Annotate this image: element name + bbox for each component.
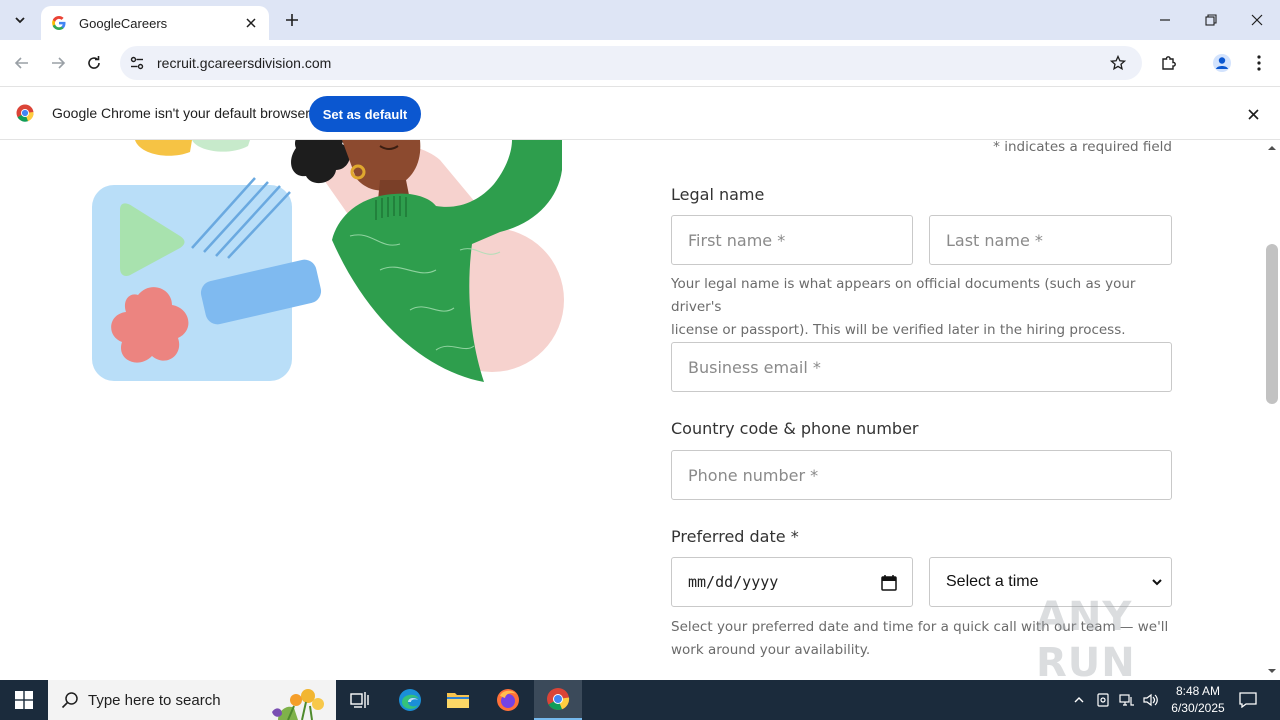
arrow-right-icon <box>52 57 66 69</box>
taskbar-clock[interactable]: 8:48 AM 6/30/2025 <box>1160 683 1236 717</box>
windows-taskbar: Type here to search 8:48 AM 6/30/2025 <box>0 680 1280 720</box>
chevron-down-icon <box>15 17 25 24</box>
scroll-up-arrow-icon[interactable] <box>1268 144 1276 152</box>
avatar-icon <box>1213 54 1231 72</box>
address-bar[interactable]: recruit.gcareersdivision.com <box>120 46 1142 80</box>
reload-icon <box>88 56 100 69</box>
business-email-input[interactable]: Business email * <box>671 342 1172 392</box>
folder-icon <box>447 693 469 708</box>
chrome-icon <box>547 688 570 710</box>
last-name-placeholder: Last name * <box>946 230 1043 250</box>
url-text[interactable]: recruit.gcareersdivision.com <box>157 55 1104 71</box>
legal-name-help-text: Your legal name is what appears on offic… <box>671 276 1136 338</box>
tray-network-button[interactable] <box>1116 680 1138 720</box>
speaker-icon <box>1143 693 1158 707</box>
preferred-date-label: Preferred date * <box>671 527 799 546</box>
phone-number-placeholder: Phone number * <box>688 465 819 485</box>
windows-logo-icon <box>15 691 33 709</box>
arrow-left-icon <box>14 57 28 69</box>
plus-icon <box>286 14 298 26</box>
first-name-placeholder: First name * <box>688 230 786 250</box>
browser-title-bar: GoogleCareers <box>0 0 1280 40</box>
forward-button[interactable] <box>44 49 72 77</box>
time-select-value: Select a time <box>946 573 1039 590</box>
close-icon <box>1251 14 1263 26</box>
tray-overflow-button[interactable] <box>1068 680 1090 720</box>
start-button[interactable] <box>0 680 48 720</box>
infobar-message: Google Chrome isn't your default browser <box>52 105 310 121</box>
restore-icon <box>1205 14 1217 26</box>
calendar-icon[interactable] <box>880 574 898 592</box>
minimize-button[interactable] <box>1142 0 1188 40</box>
firefox-icon <box>497 689 519 711</box>
clock-date: 6/30/2025 <box>1171 701 1225 715</box>
preferred-date-input[interactable]: mm/dd/yyyy <box>671 557 913 607</box>
phone-label: Country code & phone number <box>671 419 919 438</box>
infobar-close-icon[interactable] <box>1244 105 1262 123</box>
search-highlight-flowers-icon <box>272 689 324 720</box>
hero-illustration <box>92 140 564 382</box>
browser-toolbar: recruit.gcareersdivision.com <box>0 40 1280 86</box>
tray-volume-button[interactable] <box>1140 680 1162 720</box>
task-view-button[interactable] <box>336 680 384 720</box>
tab-close-icon[interactable] <box>243 15 259 31</box>
notification-center-button[interactable] <box>1236 680 1260 720</box>
page-scrollbar[interactable] <box>1264 140 1280 680</box>
search-placeholder: Type here to search <box>88 691 221 709</box>
device-icon <box>1097 693 1109 707</box>
phone-number-input[interactable]: Phone number * <box>671 450 1172 500</box>
firefox-app[interactable] <box>484 680 532 720</box>
new-tab-button[interactable] <box>280 8 304 32</box>
file-explorer-app[interactable] <box>434 680 482 720</box>
first-name-input[interactable]: First name * <box>671 215 913 265</box>
required-field-note: * indicates a required field <box>993 140 1172 155</box>
puzzle-icon <box>1162 56 1176 70</box>
search-icon <box>61 692 78 709</box>
date-value: mm/dd/yyyy <box>688 573 779 591</box>
menu-button[interactable] <box>1245 49 1273 77</box>
scrollbar-thumb[interactable] <box>1266 244 1278 404</box>
minimize-icon <box>1160 19 1170 21</box>
clock-time: 8:48 AM <box>1175 684 1221 698</box>
network-icon <box>1119 694 1134 706</box>
more-vert-icon <box>1257 55 1261 71</box>
bookmark-star-icon[interactable] <box>1104 49 1132 77</box>
site-info-icon[interactable] <box>122 48 152 78</box>
notification-icon <box>1239 692 1257 708</box>
task-view-icon <box>350 692 369 708</box>
profile-button[interactable] <box>1208 49 1236 77</box>
tab-search-button[interactable] <box>6 6 34 34</box>
anyrun-watermark: ANY RUN <box>1036 594 1136 686</box>
default-browser-infobar: Google Chrome isn't your default browser… <box>0 86 1280 140</box>
legal-name-label: Legal name <box>671 185 765 204</box>
edge-app[interactable] <box>386 680 434 720</box>
tab-title: GoogleCareers <box>79 15 168 31</box>
chrome-app[interactable] <box>534 680 582 720</box>
restore-button[interactable] <box>1188 0 1234 40</box>
back-button[interactable] <box>8 49 36 77</box>
set-as-default-button[interactable]: Set as default <box>309 96 421 132</box>
chrome-logo-icon <box>16 104 34 122</box>
chevron-down-icon <box>1152 579 1162 586</box>
business-email-placeholder: Business email * <box>688 357 821 377</box>
extensions-button[interactable] <box>1155 49 1183 77</box>
last-name-input[interactable]: Last name * <box>929 215 1172 265</box>
browser-tab[interactable]: GoogleCareers <box>41 6 269 40</box>
chevron-up-icon <box>1074 697 1084 703</box>
close-window-button[interactable] <box>1234 0 1280 40</box>
google-g-icon <box>52 16 66 30</box>
edge-icon <box>399 689 421 711</box>
tray-device-button[interactable] <box>1092 680 1114 720</box>
scroll-down-arrow-icon[interactable] <box>1268 667 1276 675</box>
reload-button[interactable] <box>80 49 108 77</box>
taskbar-search-box[interactable]: Type here to search <box>48 680 336 720</box>
